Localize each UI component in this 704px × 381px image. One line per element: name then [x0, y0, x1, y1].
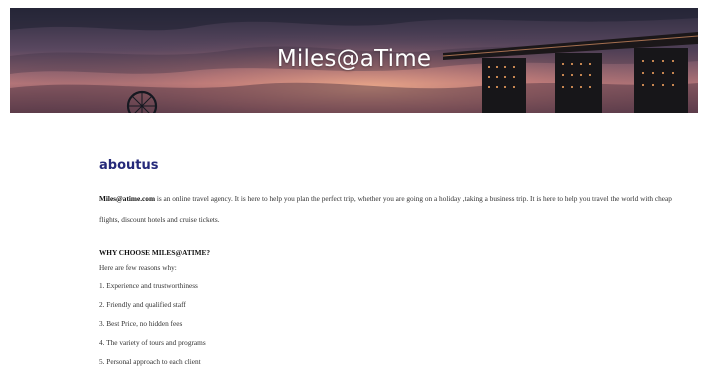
intro-text: is an online travel agency. It is here t…: [99, 194, 672, 224]
about-intro: Miles@atime.com is an online travel agen…: [99, 188, 674, 230]
hero-banner: Miles@aTime: [10, 8, 698, 113]
reason-item: 2. Friendly and qualified staff: [99, 300, 186, 309]
reason-item: 1. Experience and trustworthiness: [99, 281, 198, 290]
about-content: aboutus Miles@atime.com is an online tra…: [99, 158, 674, 376]
reasons-list: 1. Experience and trustworthiness 2. Fri…: [99, 281, 674, 376]
about-heading: aboutus: [99, 158, 159, 173]
site-title: Miles@aTime: [276, 46, 432, 72]
reasons-intro: Here are few reasons why:: [99, 263, 177, 272]
reason-item: 5. Personal approach to each client: [99, 357, 201, 366]
why-choose-heading: WHY CHOOSE MILES@ATIME?: [99, 248, 210, 257]
brand-name: Miles@atime.com: [99, 194, 156, 203]
reason-item: 4. The variety of tours and programs: [99, 338, 206, 347]
reason-item: 3. Best Price, no hidden fees: [99, 319, 183, 328]
page: Miles@aTime aboutus Miles@atime.com is a…: [0, 0, 704, 381]
